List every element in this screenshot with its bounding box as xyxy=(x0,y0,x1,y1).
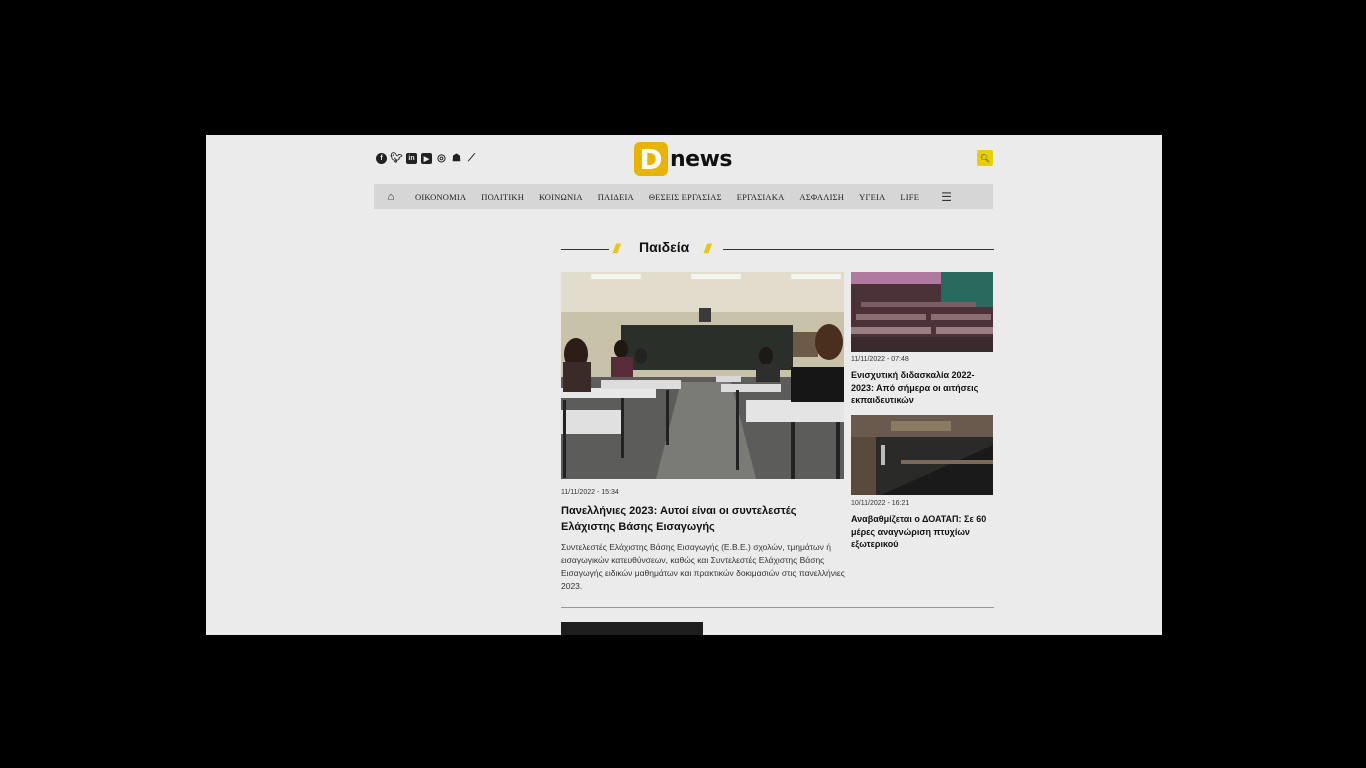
rss-icon[interactable]: ⟋ xyxy=(466,153,477,164)
linkedin-icon[interactable]: in xyxy=(406,153,417,164)
nav-item-economy[interactable]: ΟΙΚΟΝΟΜΙΑ xyxy=(415,192,466,202)
side-article-image[interactable] xyxy=(851,415,993,495)
section-divider xyxy=(561,607,994,608)
main-nav: ⌂ ΟΙΚΟΝΟΜΙΑ ΠΟΛΙΤΙΚΗ ΚΟΙΝΩΝΙΑ ΠΑΙΔΕΙΑ ΘΕ… xyxy=(374,184,993,209)
logo-letter: D xyxy=(634,142,668,176)
heading-rule-left xyxy=(561,249,609,250)
nav-item-life[interactable]: LIFE xyxy=(900,192,919,202)
nav-item-labor[interactable]: ΕΡΓΑΣΙΑΚΑ xyxy=(737,192,785,202)
side-article-title[interactable]: Ενισχυτική διδασκαλία 2022-2023: Από σήμ… xyxy=(851,369,996,407)
facebook-icon[interactable]: f xyxy=(376,153,387,164)
next-article-image[interactable] xyxy=(561,622,703,635)
youtube-icon[interactable]: ▶ xyxy=(421,153,432,164)
side-article-date: 11/11/2022 - 07:48 xyxy=(851,356,909,363)
nav-item-politics[interactable]: ΠΟΛΙΤΙΚΗ xyxy=(481,192,524,202)
heading-decoration-right: /// xyxy=(704,241,711,256)
side-article-image[interactable] xyxy=(851,272,993,352)
nav-item-health[interactable]: ΥΓΕΙΑ xyxy=(859,192,885,202)
main-article-image[interactable] xyxy=(561,272,844,479)
nav-item-education[interactable]: ΠΑΙΔΕΙΑ xyxy=(598,192,634,202)
search-icon: 🔍︎ xyxy=(979,153,991,163)
instagram-icon[interactable]: ◎ xyxy=(436,153,447,164)
hamburger-menu-icon[interactable]: ☰ xyxy=(941,190,952,204)
heading-decoration-left: /// xyxy=(613,241,620,256)
twitter-icon[interactable]: 🐦︎ xyxy=(390,153,403,164)
social-links: f 🐦︎ in ▶ ◎ ☗ ⟋ xyxy=(376,153,477,164)
podcast-icon[interactable]: ☗ xyxy=(451,153,462,164)
browser-page: f 🐦︎ in ▶ ◎ ☗ ⟋ D news 🔍︎ ⌂ ΟΙΚΟΝΟΜΙΑ ΠΟ… xyxy=(206,135,1162,635)
heading-rule-right xyxy=(723,249,994,250)
site-logo[interactable]: D news xyxy=(634,142,733,176)
logo-word: news xyxy=(670,146,733,172)
main-article-date: 11/11/2022 - 15:34 xyxy=(561,489,619,496)
search-button[interactable]: 🔍︎ xyxy=(977,150,993,166)
main-article-title[interactable]: Πανελλήνιες 2023: Αυτοί είναι οι συντελε… xyxy=(561,503,846,535)
side-article-date: 10/11/2022 - 16:21 xyxy=(851,500,910,507)
side-article-title[interactable]: Αναβαθμίζεται ο ΔΟΑΤΑΠ: Σε 60 μέρες αναγ… xyxy=(851,513,996,551)
nav-item-society[interactable]: ΚΟΙΝΩΝΙΑ xyxy=(539,192,583,202)
section-title: Παιδεία xyxy=(639,239,690,255)
main-article-excerpt: Συντελεστές Ελάχιστης Βάσης Εισαγωγής (Ε… xyxy=(561,542,845,591)
section-heading: /// Παιδεία /// xyxy=(561,239,994,259)
nav-item-insurance[interactable]: ΑΣΦΑΛΙΣΗ xyxy=(799,192,844,202)
home-icon[interactable]: ⌂ xyxy=(382,191,400,203)
nav-item-jobs[interactable]: ΘΕΣΕΙΣ ΕΡΓΑΣΙΑΣ xyxy=(649,192,722,202)
